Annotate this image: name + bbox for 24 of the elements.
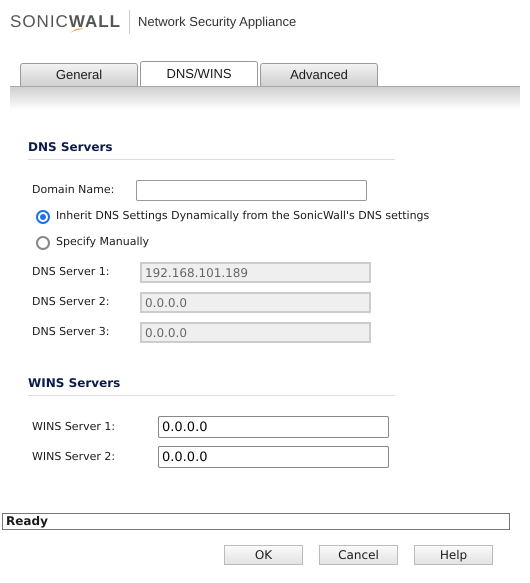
wins-server-field[interactable]: 0.0.0.0 bbox=[158, 446, 389, 468]
tab[interactable]: Advanced bbox=[260, 63, 378, 86]
dialog-button[interactable]: OK bbox=[224, 545, 303, 565]
domain-name-field[interactable] bbox=[136, 180, 367, 200]
field-label: Domain Name: bbox=[31, 182, 116, 198]
wins-server-field[interactable]: 0.0.0.0 bbox=[158, 416, 389, 438]
logo: SONICWALL bbox=[10, 11, 121, 35]
dialog-button[interactable]: Help bbox=[414, 545, 493, 565]
field-label: WINS Server 1: bbox=[31, 418, 116, 435]
status-bar: Ready bbox=[2, 513, 510, 530]
tab[interactable]: DNS/WINS bbox=[140, 61, 258, 86]
radio-label: Inherit DNS Settings Dynamically from the SonicWall's DNS settings bbox=[56, 208, 430, 224]
field-label: DNS Server 2: bbox=[31, 294, 110, 310]
dialog-button[interactable]: Cancel bbox=[319, 545, 398, 565]
tab[interactable]: General bbox=[20, 63, 138, 86]
radio-button[interactable] bbox=[36, 236, 50, 250]
section-heading: DNS Servers bbox=[28, 140, 113, 154]
radio-label: Specify Manually bbox=[56, 234, 150, 250]
field-label: DNS Server 1: bbox=[31, 264, 110, 280]
radio-button[interactable] bbox=[36, 210, 50, 224]
field-label: WINS Server 2: bbox=[31, 448, 116, 465]
field-label: DNS Server 3: bbox=[31, 324, 110, 340]
app-title: Network Security Appliance bbox=[138, 13, 296, 32]
section-heading: WINS Servers bbox=[28, 376, 120, 390]
